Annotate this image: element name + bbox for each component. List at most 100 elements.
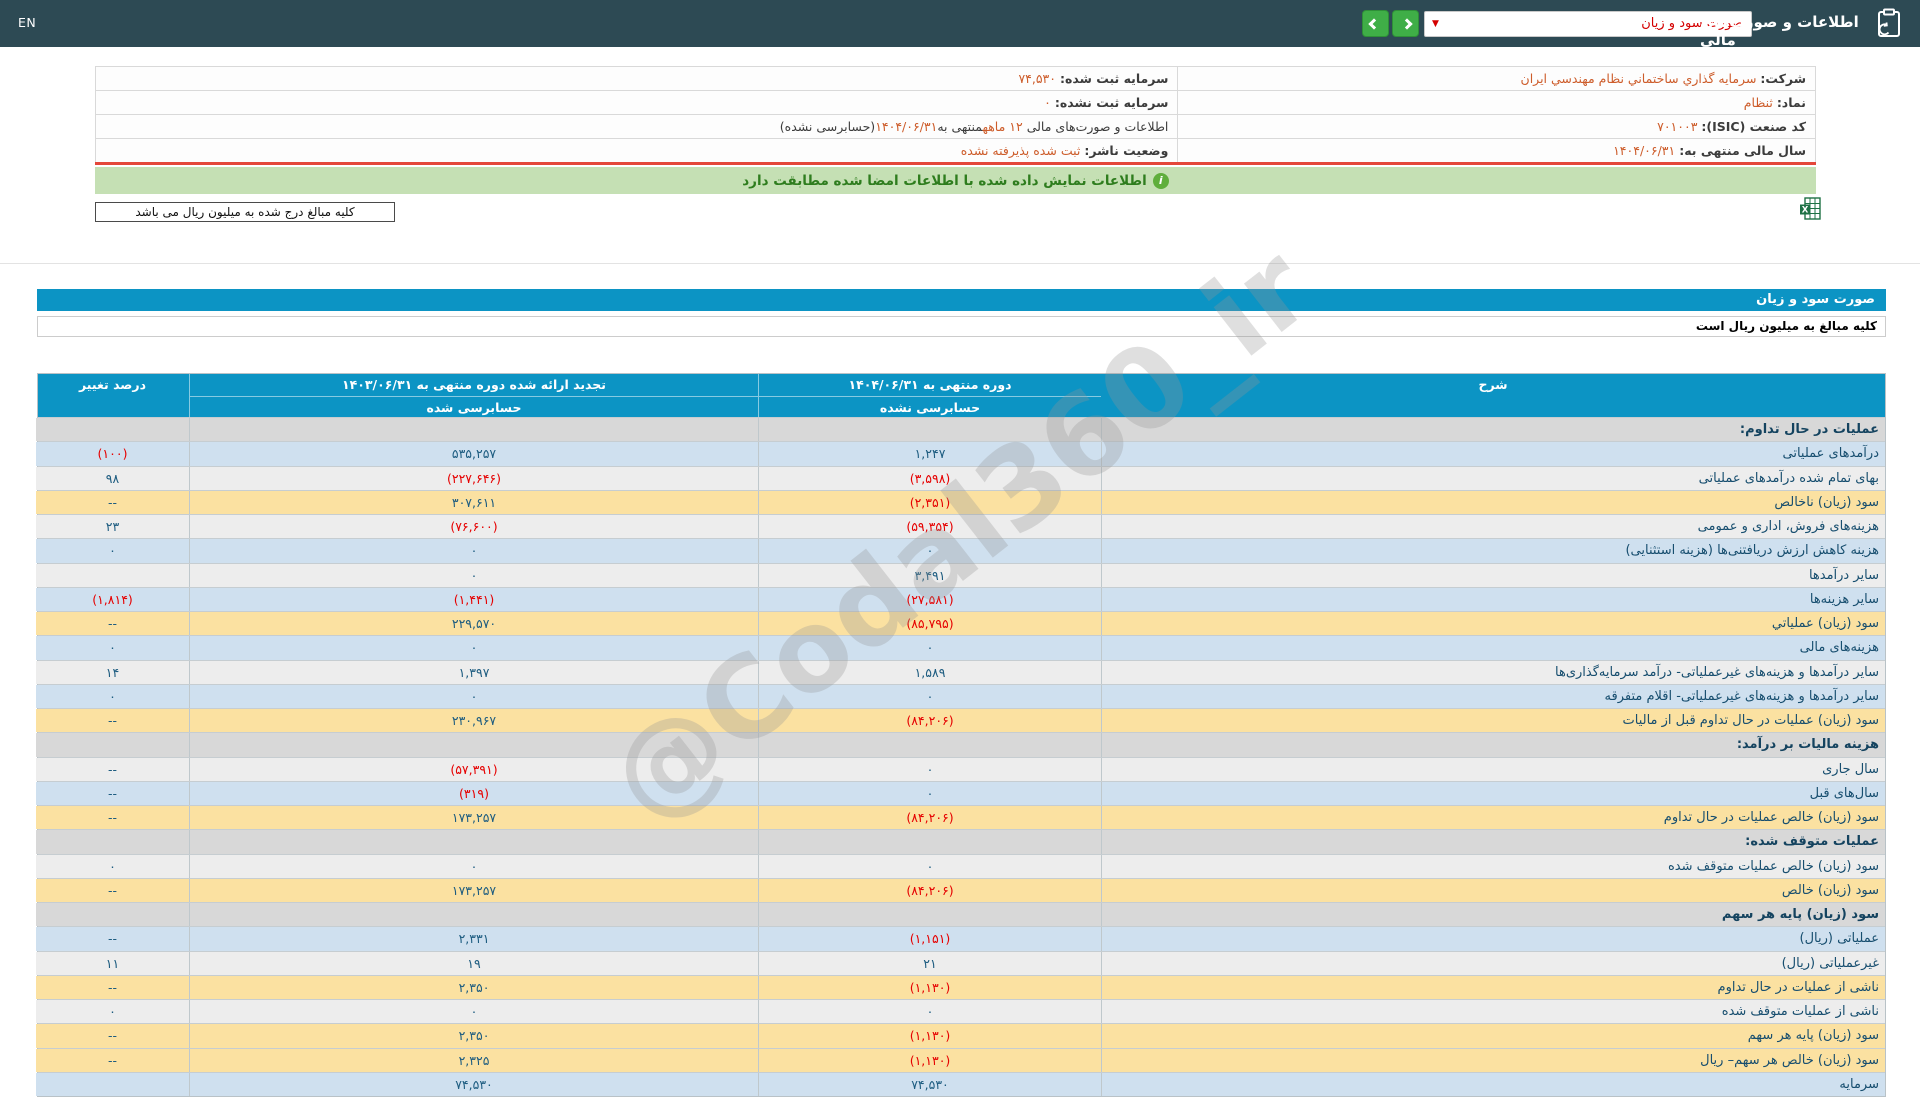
value-cell: ۲۱: [758, 951, 1101, 975]
description-cell: هزینه‌های فروش، اداری و عمومی: [1101, 515, 1885, 539]
description-cell: بهای تمام شده درآمدهای عملیاتی: [1101, 466, 1885, 490]
change-cell: [36, 1072, 189, 1096]
table-row: سال جاری ۰ (۵۷,۳۹۱) --: [36, 756, 1885, 781]
value-cell: (۱,۴۴۱): [189, 587, 758, 611]
value-cell: (۸۴,۲۰۶): [758, 806, 1101, 830]
value-cell: [189, 733, 758, 757]
change-cell: ۰: [36, 636, 189, 660]
svg-text:X: X: [1802, 206, 1809, 216]
change-cell: (۱,۸۱۴): [36, 587, 189, 611]
value-cell: ۰: [189, 1000, 758, 1024]
value-cell: ۲,۳۳۱: [189, 927, 758, 951]
table-row: سایر هزینه‌ها (۲۷,۵۸۱) (۱,۴۴۱) (۱,۸۱۴): [36, 586, 1885, 611]
description-cell: هزینه‌های مالی: [1101, 636, 1885, 660]
value-cell: ۰: [758, 539, 1101, 563]
prev-report-button[interactable]: [1362, 10, 1389, 37]
top-header-bar: EN ▼ صورت سود و زیان اطلاعات و صورت‌های …: [0, 0, 1920, 49]
statement-title-bar: صورت سود و زیان: [37, 289, 1886, 311]
value-cell: ۷۴,۵۳۰: [189, 1072, 758, 1096]
next-report-button[interactable]: [1392, 10, 1419, 37]
header-current-period: دوره منتهی به ۱۴۰۴/۰۶/۳۱: [758, 374, 1101, 396]
table-row: سود (زیان) عملیات در حال تداوم قبل از ما…: [36, 708, 1885, 733]
language-toggle[interactable]: EN: [18, 15, 36, 30]
change-cell: --: [36, 927, 189, 951]
value-cell: ۳۰۷,۶۱۱: [189, 490, 758, 514]
company-info-row: کد صنعت (ISIC): ۷۰۱۰۰۳ اطلاعات و صورت‌های…: [96, 115, 1815, 139]
change-cell: ۰: [36, 854, 189, 878]
value-cell: ۰: [758, 757, 1101, 781]
description-cell: هزینه کاهش ارزش دریافتنی‌ها (هزینه استثن…: [1101, 539, 1885, 563]
change-cell: ۱۴: [36, 660, 189, 684]
value-cell: (۲۲۷,۶۴۶): [189, 466, 758, 490]
table-header: شرح دوره منتهی به ۱۴۰۴/۰۶/۳۱ حسابرسی نشد…: [38, 374, 1885, 417]
description-cell: سود (زیان) پایه هر سهم: [1101, 1024, 1885, 1048]
value-cell: (۳,۵۹۸): [758, 466, 1101, 490]
value-cell: ۰: [189, 539, 758, 563]
section-row: عملیات در حال تداوم:: [36, 417, 1885, 442]
value-cell: (۸۴,۲۰۶): [758, 709, 1101, 733]
value-cell: (۱,۱۳۰): [758, 1024, 1101, 1048]
description-cell: سود (زیان) عملیات در حال تداوم قبل از ما…: [1101, 709, 1885, 733]
change-cell: (۱۰۰): [36, 442, 189, 466]
value-cell: ۰: [189, 854, 758, 878]
banner-text: اطلاعات نمایش داده شده با اطلاعات امضا ش…: [742, 172, 1147, 189]
value-cell: ۱,۵۸۹: [758, 660, 1101, 684]
table-body: عملیات در حال تداوم: درآمدهای عملیاتی ۱,۲۴…: [36, 417, 1885, 1096]
description-cell: سرمایه: [1101, 1072, 1885, 1096]
table-row: بهای تمام شده درآمدهای عملیاتی (۳,۵۹۸) (۲۲…: [36, 465, 1885, 490]
clipboard-icon: [1876, 8, 1902, 43]
table-row: درآمدهای عملیاتی ۱,۲۴۷ ۵۳۵,۲۵۷ (۱۰۰): [36, 441, 1885, 466]
info-cell: وضعیت ناشر: ثبت شده پذیرفته نشده: [960, 143, 1169, 158]
table-row: سود (زیان) خالص هر سهم– ریال (۱,۱۳۰) ۲,۳۲۵…: [36, 1047, 1885, 1072]
value-cell: ۱,۳۹۷: [189, 660, 758, 684]
change-cell: [36, 563, 189, 587]
description-cell: سایر هزینه‌ها: [1101, 587, 1885, 611]
change-cell: --: [36, 878, 189, 902]
header-current-audit-status: حسابرسی نشده: [758, 396, 1101, 417]
value-cell: ۷۴,۵۳۰: [758, 1072, 1101, 1096]
value-cell: ۰: [189, 563, 758, 587]
value-cell: (۸۵,۷۹۵): [758, 612, 1101, 636]
excel-export-icon[interactable]: X: [1800, 197, 1821, 224]
company-info-row: نماد: ثنظام سرمایه ثبت نشده: ۰: [96, 91, 1815, 115]
value-cell: (۲۷,۵۸۱): [758, 587, 1101, 611]
value-cell: ۰: [758, 684, 1101, 708]
info-cell: سرمایه ثبت نشده: ۰: [1044, 95, 1169, 110]
description-cell: عملیات در حال تداوم:: [1101, 418, 1885, 442]
change-cell: ۰: [36, 539, 189, 563]
change-cell: [36, 733, 189, 757]
chevron-left-icon: [1368, 17, 1380, 30]
value-cell: [189, 418, 758, 442]
change-cell: [36, 418, 189, 442]
info-cell: نماد: ثنظام: [1177, 91, 1815, 114]
value-cell: [758, 418, 1101, 442]
change-cell: ۰: [36, 1000, 189, 1024]
description-cell: سود (زیان) خالص عملیات متوقف شده: [1101, 854, 1885, 878]
amounts-unit-box: کلیه مبالغ درج شده به میلیون ریال می باش…: [95, 202, 395, 222]
description-cell: سایر درآمدها و هزینه‌های غیرعملیاتی- درآ…: [1101, 660, 1885, 684]
description-cell: غیرعملیاتی (ریال): [1101, 951, 1885, 975]
description-cell: سود (زیان) خالص: [1101, 878, 1885, 902]
info-cell: کد صنعت (ISIC): ۷۰۱۰۰۳: [1177, 115, 1815, 138]
table-row: سود (زیان) خالص (۸۴,۲۰۶) ۱۷۳,۲۵۷ --: [36, 877, 1885, 902]
value-cell: (۷۶,۶۰۰): [189, 515, 758, 539]
value-cell: ۱۷۳,۲۵۷: [189, 806, 758, 830]
value-cell: ۰: [758, 781, 1101, 805]
value-cell: [189, 903, 758, 927]
change-cell: --: [36, 709, 189, 733]
info-cell: اطلاعات و صورت‌های مالی ۱۲ ماههمنتهی به۱…: [779, 119, 1169, 134]
value-cell: ۱۷۳,۲۵۷: [189, 878, 758, 902]
value-cell: ۵۳۵,۲۵۷: [189, 442, 758, 466]
change-cell: ۹۸: [36, 466, 189, 490]
table-row: سایر درآمدها و هزینه‌های غیرعملیاتی- اقل…: [36, 683, 1885, 708]
income-statement-table: شرح دوره منتهی به ۱۴۰۴/۰۶/۳۱ حسابرسی نشد…: [36, 373, 1886, 1097]
table-row: سود (زیان) عملیاتي (۸۵,۷۹۵) ۲۲۹,۵۷۰ --: [36, 611, 1885, 636]
description-cell: سال جاری: [1101, 757, 1885, 781]
value-cell: (۱,۱۳۰): [758, 1048, 1101, 1072]
header-restated-period: تجدید ارائه شده دوره منتهی به ۱۴۰۳/۰۶/۳۱: [189, 374, 758, 396]
value-cell: [189, 830, 758, 854]
table-row: غیرعملیاتی (ریال) ۲۱ ۱۹ ۱۱: [36, 950, 1885, 975]
table-row: سود (زیان) ناخالص (۲,۳۵۱) ۳۰۷,۶۱۱ --: [36, 489, 1885, 514]
section-row: سود (زیان) پایه هر سهم: [36, 902, 1885, 927]
change-cell: --: [36, 490, 189, 514]
